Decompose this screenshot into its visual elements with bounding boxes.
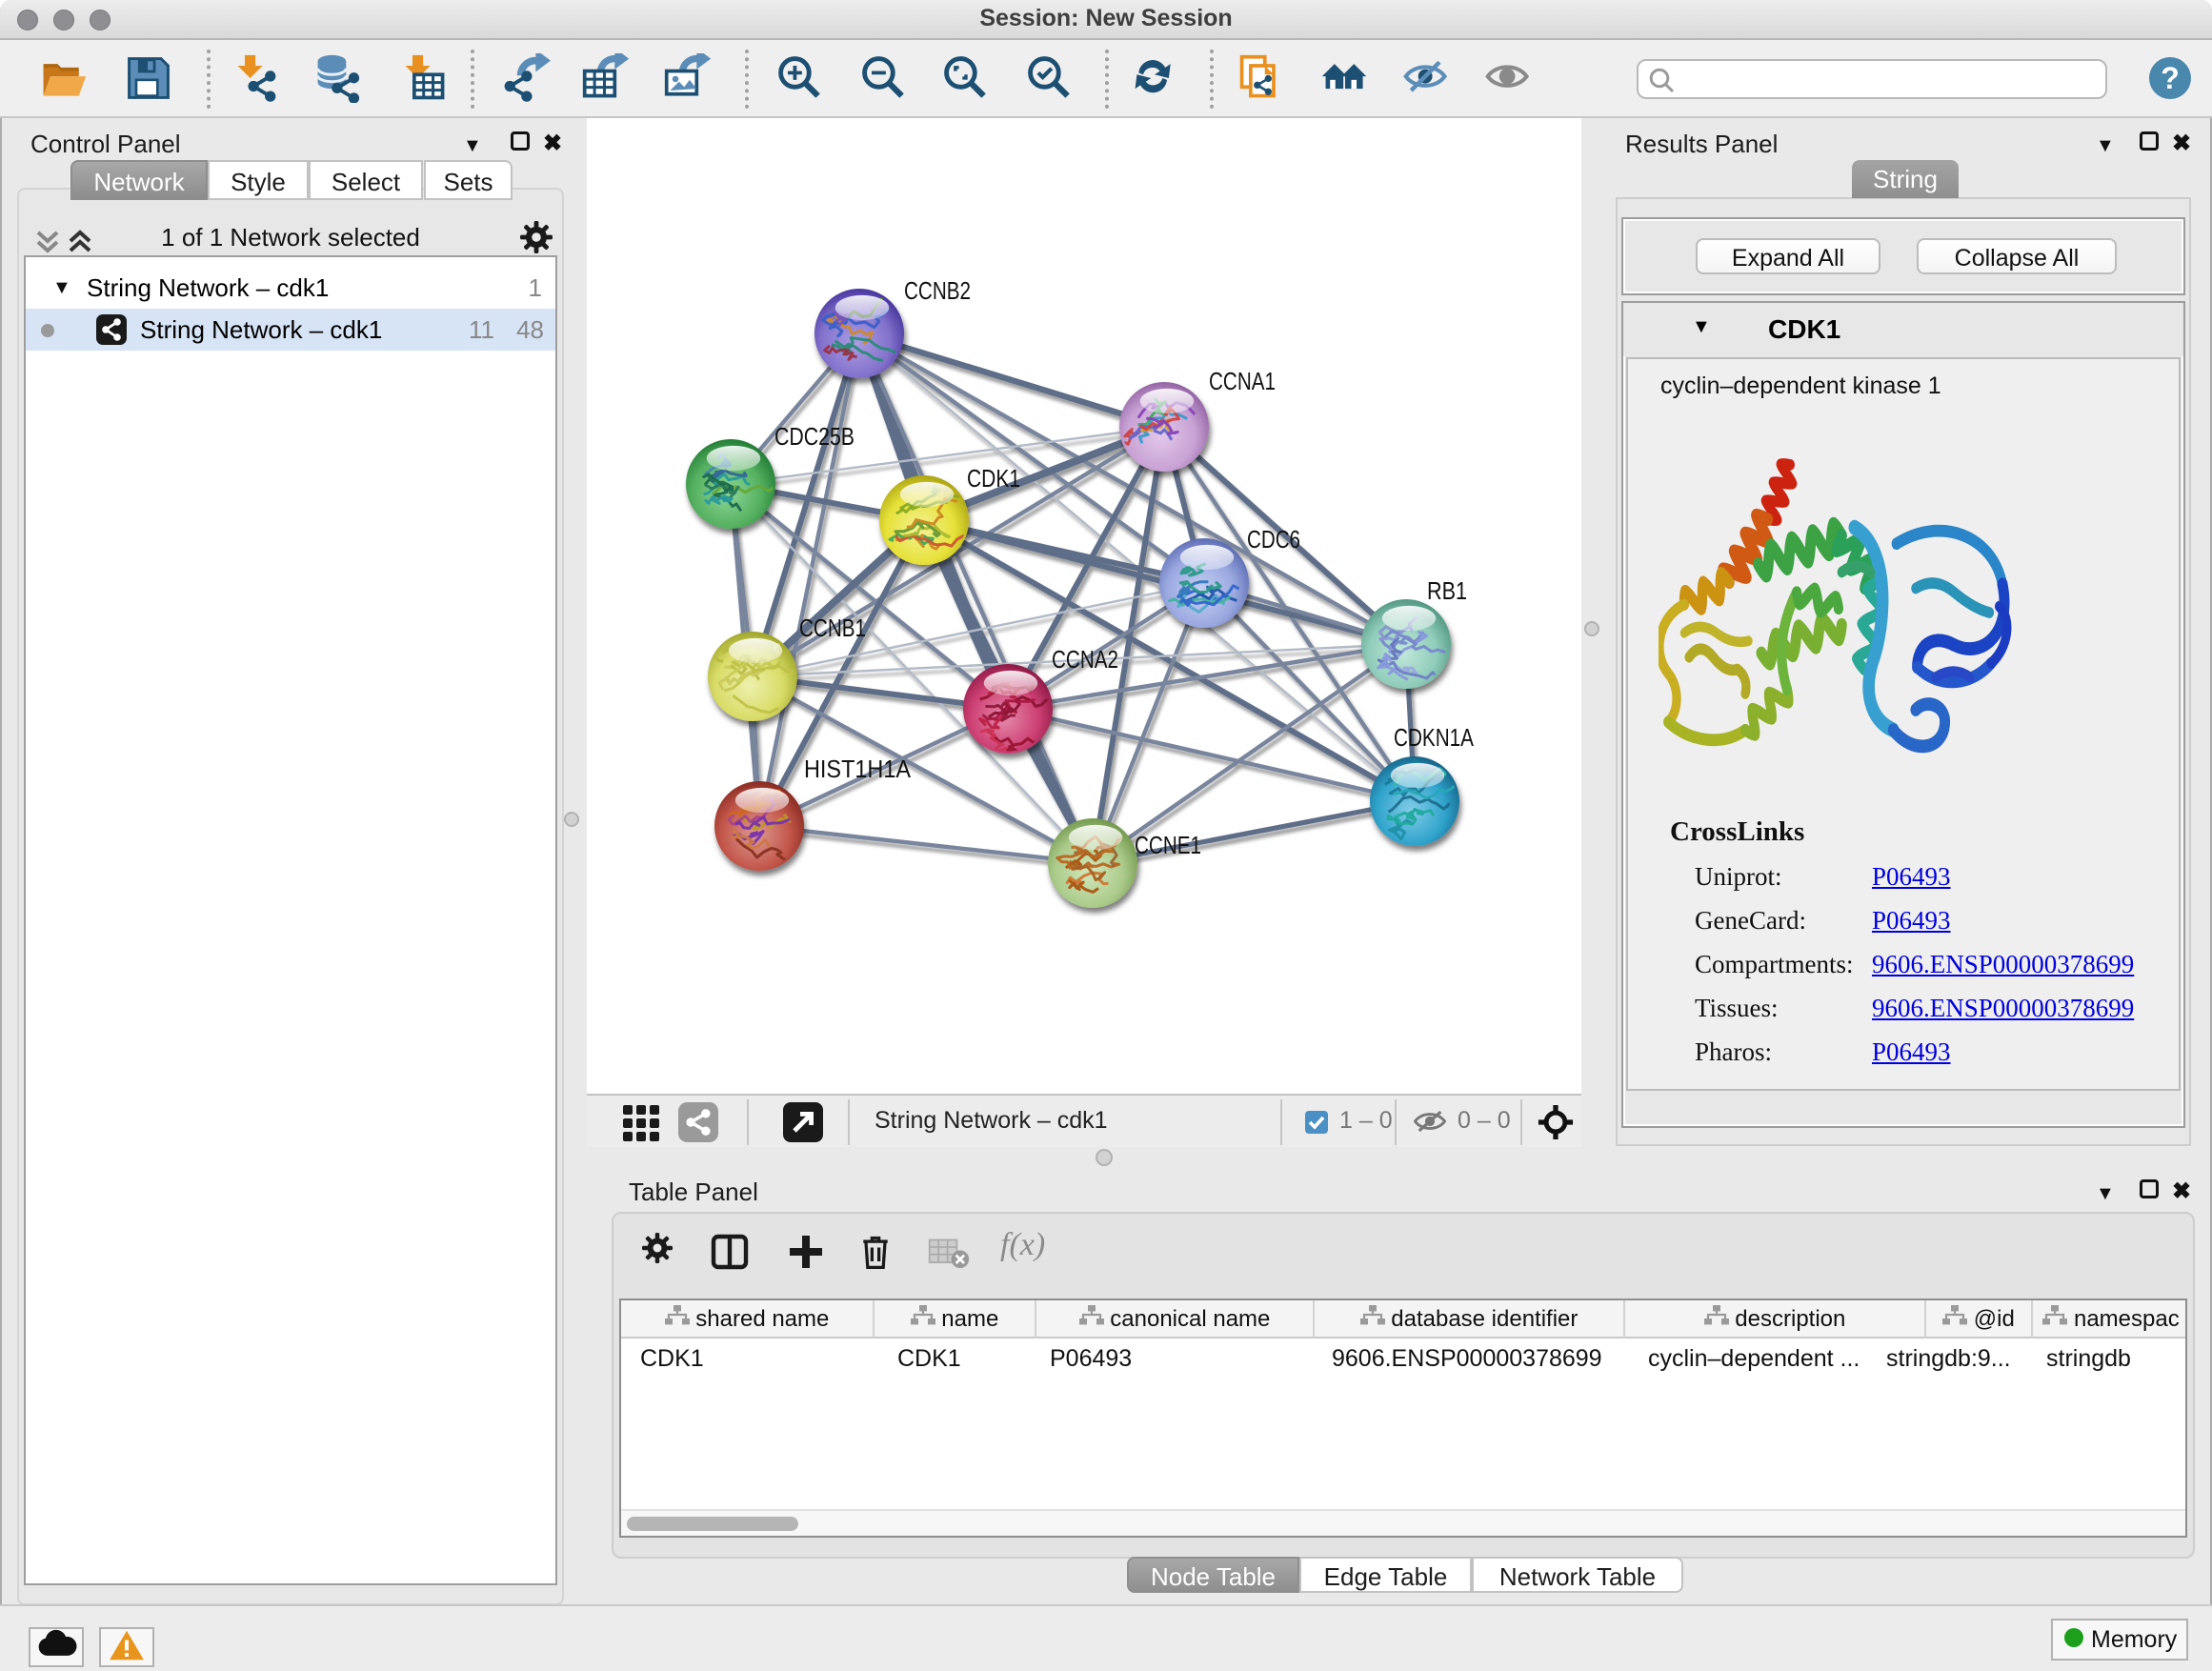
svg-text:CCNA1: CCNA1 xyxy=(1209,367,1276,395)
svg-text:CCNE1: CCNE1 xyxy=(1135,831,1201,859)
svg-text:CDKN1A: CDKN1A xyxy=(1394,723,1475,752)
svg-text:CCNB1: CCNB1 xyxy=(799,614,866,642)
svg-text:HIST1H1A: HIST1H1A xyxy=(804,755,912,783)
svg-text:CCNA2: CCNA2 xyxy=(1052,645,1118,674)
svg-text:CDC25B: CDC25B xyxy=(774,422,855,451)
svg-text:RB1: RB1 xyxy=(1427,576,1467,605)
svg-text:?: ? xyxy=(2161,61,2180,95)
svg-text:CCNB2: CCNB2 xyxy=(904,276,971,305)
svg-text:CDK1: CDK1 xyxy=(967,464,1020,493)
svg-text:CDC6: CDC6 xyxy=(1247,525,1300,554)
